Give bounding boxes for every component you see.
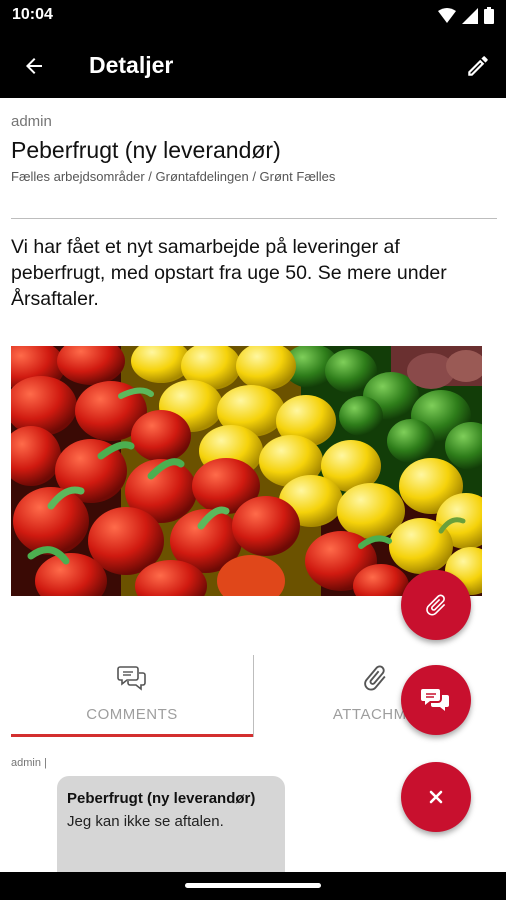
- divider: [11, 218, 497, 219]
- signal-icon: [462, 7, 478, 24]
- post-title: Peberfrugt (ny leverandør): [11, 137, 281, 163]
- post-author: admin: [11, 113, 52, 130]
- comment-title: Peberfrugt (ny leverandør): [67, 790, 256, 807]
- tab-comments-label: COMMENTS: [86, 706, 178, 723]
- battery-icon: [484, 7, 494, 24]
- comment-meta: admin |: [11, 757, 47, 769]
- back-arrow-icon: [26, 58, 42, 74]
- comments-icon: [117, 666, 146, 691]
- status-time: 10:04: [12, 6, 53, 23]
- home-indicator[interactable]: [185, 883, 321, 888]
- add-attachment-button[interactable]: [401, 570, 471, 640]
- close-menu-button[interactable]: [401, 762, 471, 832]
- page-title: Detaljer: [89, 52, 174, 78]
- status-icons: [438, 7, 494, 24]
- pencil-icon: [468, 56, 488, 76]
- paperclip-icon: [364, 665, 386, 691]
- tab-active-indicator: [11, 734, 253, 737]
- screen: 10:04 Detaljer admin Peberfrugt (ny leve…: [0, 0, 506, 900]
- app-bar: Detaljer: [0, 32, 506, 98]
- post-body: Vi har fået et nyt samarbejde på leverin…: [11, 236, 447, 310]
- close-icon: [429, 790, 443, 804]
- post-image[interactable]: [11, 346, 482, 596]
- comment-text: Jeg kan ikke se aftalen.: [67, 813, 224, 830]
- comments-icon: [421, 689, 449, 711]
- edit-button[interactable]: [458, 46, 498, 86]
- comment-bubble[interactable]: Peberfrugt (ny leverandør) Jeg kan ikke …: [57, 776, 285, 876]
- add-comment-button[interactable]: [401, 665, 471, 735]
- breadcrumb[interactable]: Fælles arbejdsområder / Grøntafdelingen …: [11, 169, 335, 184]
- back-button[interactable]: [14, 46, 54, 86]
- paperclip-icon: [426, 594, 446, 616]
- status-bar: 10:04: [0, 0, 506, 32]
- peppers-photo: [11, 346, 482, 596]
- tab-comments[interactable]: COMMENTS: [11, 655, 253, 737]
- system-nav-bar: [0, 872, 506, 900]
- wifi-icon: [438, 7, 456, 23]
